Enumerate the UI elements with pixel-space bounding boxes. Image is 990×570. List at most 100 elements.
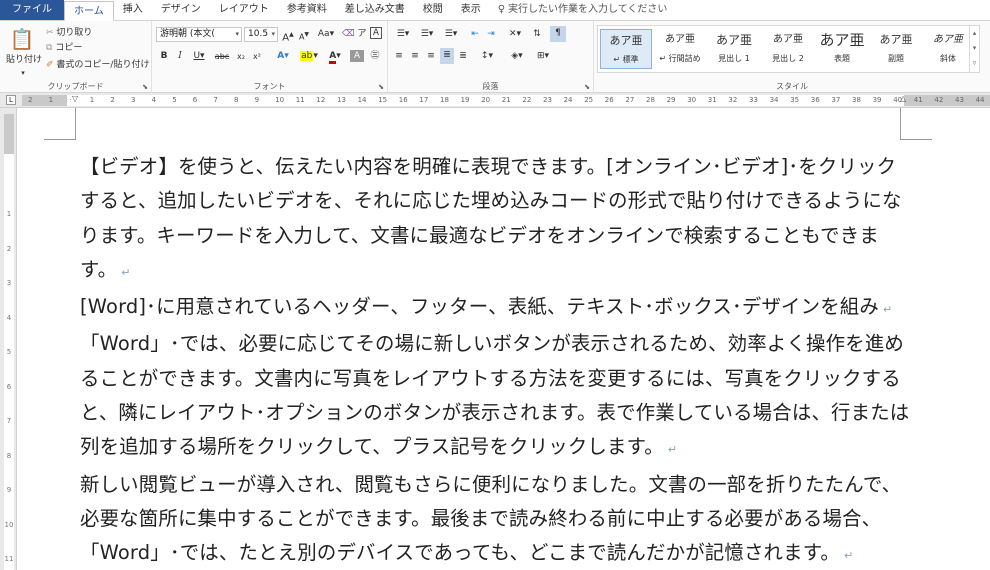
- shading-icon[interactable]: ◈▾: [506, 49, 528, 64]
- tab-mailings[interactable]: 差し込み文書: [336, 0, 414, 20]
- paragraph-launcher-icon[interactable]: ⬊: [584, 83, 590, 91]
- tab-design[interactable]: デザイン: [152, 0, 210, 20]
- cut-button[interactable]: ✂ 切り取り: [46, 27, 92, 39]
- grow-font-button[interactable]: A▲: [282, 27, 294, 43]
- borders-icon[interactable]: ⊞▾: [532, 49, 554, 64]
- ruler-number: 44: [975, 96, 985, 104]
- more-icon[interactable]: ▿: [970, 56, 979, 71]
- paste-icon[interactable]: 📋: [8, 25, 36, 53]
- style-emphasis[interactable]: あア亜 斜体: [922, 29, 974, 69]
- ruler-number: 40: [893, 96, 903, 104]
- ruler-number: 2: [28, 96, 33, 104]
- tell-me-box[interactable]: ♀ 実行したい作業を入力してください: [490, 0, 677, 20]
- ruler-number: 26: [604, 96, 614, 104]
- increase-indent-icon[interactable]: ⇥: [484, 27, 498, 42]
- document-page[interactable]: 【ビデオ】を使うと、伝えたい内容を明確に表現できます。[オンライン･ビデオ]･を…: [18, 108, 990, 570]
- char-border-icon[interactable]: A: [370, 27, 382, 39]
- char-shading-icon[interactable]: A: [350, 50, 364, 62]
- tab-insert[interactable]: 挿入: [114, 0, 152, 20]
- bullets-icon[interactable]: ☰▾: [392, 27, 414, 42]
- horizontal-ruler[interactable]: L ▽ △ 2 1 · 1 2 3 4 5 6 7 8 9 10 11 12 13 14 15 16 17 18 19 20…: [0, 93, 990, 108]
- style-heading-2[interactable]: あア亜 見出し 2: [762, 29, 814, 69]
- strikethrough-button[interactable]: abc: [212, 49, 232, 64]
- paragraph-1: 【ビデオ】を使うと、伝えたい内容を明確に表現できます。[オンライン･ビデオ]･を…: [80, 150, 915, 290]
- multilevel-list-icon[interactable]: ☰▾: [440, 27, 462, 42]
- style-preview: あア亜: [773, 34, 803, 45]
- copy-button[interactable]: ⧉ コピー: [46, 42, 82, 54]
- ruler-number: 14: [357, 96, 367, 104]
- chevron-down-icon[interactable]: ▾: [970, 41, 979, 56]
- chevron-up-icon[interactable]: ▴: [970, 26, 979, 41]
- vertical-ruler-number: 6: [6, 382, 12, 391]
- font-color-icon[interactable]: A▾: [324, 49, 346, 64]
- asian-layout-icon[interactable]: ✕▾: [504, 27, 526, 42]
- format-painter-button[interactable]: ✐ 書式のコピー/貼り付け: [46, 59, 149, 71]
- styles-group-label: スタイル: [776, 82, 808, 91]
- style-normal[interactable]: あア亜 ↵ 標準: [600, 29, 652, 69]
- font-name-select[interactable]: 游明朝 (本文(▾: [156, 27, 242, 42]
- styles-scroll[interactable]: ▴ ▾ ▿: [969, 26, 979, 72]
- italic-button[interactable]: I: [174, 49, 186, 64]
- tab-view[interactable]: 表示: [452, 0, 490, 20]
- decrease-indent-icon[interactable]: ⇤: [468, 27, 482, 42]
- tab-file[interactable]: ファイル: [0, 0, 64, 20]
- paste-dropdown-icon[interactable]: ▾: [18, 66, 28, 81]
- paragraph-2: [Word]･に用意されているヘッダー、フッター、表紙、テキスト･ボックス･デザ…: [80, 290, 915, 327]
- vertical-ruler-number: 5: [6, 348, 12, 356]
- style-preview: あア亜: [609, 34, 643, 47]
- justify-icon[interactable]: ≣: [440, 48, 454, 64]
- enclose-char-icon[interactable]: ㊂: [368, 49, 382, 64]
- font-size-select[interactable]: 10.5 ▾: [244, 27, 278, 42]
- tab-layout[interactable]: レイアウト: [210, 0, 278, 20]
- cut-label: 切り取り: [56, 28, 93, 38]
- style-no-spacing[interactable]: あア亜 ↵ 行間詰め: [654, 29, 706, 69]
- paragraph-group-label: 段落: [482, 82, 499, 91]
- font-launcher-icon[interactable]: ⬊: [378, 83, 384, 91]
- clipboard-launcher-icon[interactable]: ⬊: [142, 83, 148, 91]
- clear-format-icon[interactable]: ⌫: [342, 27, 355, 42]
- align-right-icon[interactable]: ≡: [424, 49, 438, 64]
- styles-gallery: あア亜 ↵ 標準 あア亜 ↵ 行間詰め あア亜 見出し 1 あア亜 見出し 2 …: [597, 25, 980, 73]
- align-left-icon[interactable]: ≡: [392, 49, 406, 64]
- change-case-button[interactable]: Aa▾: [316, 27, 336, 42]
- show-marks-icon[interactable]: ¶: [550, 26, 566, 42]
- tab-references[interactable]: 参考資料: [278, 0, 336, 20]
- line-spacing-icon[interactable]: ↕▾: [476, 49, 498, 64]
- word-window: ファイル ホーム 挿入 デザイン レイアウト 参考資料 差し込み文書 校閲 表示…: [0, 0, 990, 570]
- ruler-number: 34: [769, 96, 779, 104]
- ruler-number: 29: [666, 96, 676, 104]
- vertical-ruler-track[interactable]: 123456789101112: [4, 114, 14, 570]
- tab-review[interactable]: 校閲: [414, 0, 452, 20]
- vertical-ruler[interactable]: 123456789101112: [0, 108, 17, 570]
- ruler-number: 37: [831, 96, 841, 104]
- shrink-font-button[interactable]: A▼: [298, 27, 310, 42]
- superscript-button[interactable]: x²: [250, 49, 264, 64]
- ruler-number: 21: [501, 96, 511, 104]
- phonetic-guide-icon[interactable]: ア: [356, 27, 368, 42]
- underline-button[interactable]: U▾: [190, 49, 208, 64]
- ruler-track[interactable]: ▽ △ 2 1 · 1 2 3 4 5 6 7 8 9 10 11 12 13 14 15 16 17 18 19 20 21…: [22, 95, 990, 106]
- paragraph-4: 新しい閲覧ビューが導入され、閲覧もさらに便利になりました。文書の一部を折りたたん…: [80, 468, 915, 570]
- style-subtitle[interactable]: あア亜 副題: [870, 29, 922, 69]
- numbering-icon[interactable]: ☰▾: [416, 27, 438, 42]
- vertical-ruler-number: 4: [6, 313, 12, 322]
- vertical-ruler-number: 11: [4, 555, 14, 563]
- first-line-indent-marker[interactable]: ▽: [72, 95, 78, 103]
- bold-button[interactable]: B: [158, 49, 170, 64]
- style-title[interactable]: あア亜 表題: [816, 29, 868, 69]
- paragraph-text: 「Word」･では、必要に応じてその場に新しいボタンが表示されるため、効率よく操…: [80, 332, 910, 459]
- sort-icon[interactable]: ⇅: [530, 27, 544, 42]
- tab-home[interactable]: ホーム: [64, 1, 114, 21]
- highlight-icon[interactable]: ab▾: [298, 49, 320, 64]
- align-center-icon[interactable]: ≡: [408, 49, 422, 64]
- style-heading-1[interactable]: あア亜 見出し 1: [708, 29, 760, 69]
- ruler-number: 1: [48, 96, 54, 104]
- subscript-button[interactable]: x₂: [234, 49, 248, 64]
- distribute-icon[interactable]: ≣: [456, 49, 470, 64]
- text-effects-icon[interactable]: A▾: [272, 49, 294, 64]
- ruler-number: 3: [131, 96, 136, 104]
- copy-icon: ⧉: [46, 43, 53, 53]
- crop-mark-top-right: [900, 108, 932, 140]
- tab-selector[interactable]: L: [6, 95, 16, 105]
- document-body[interactable]: 【ビデオ】を使うと、伝えたい内容を明確に表現できます。[オンライン･ビデオ]･を…: [80, 150, 915, 570]
